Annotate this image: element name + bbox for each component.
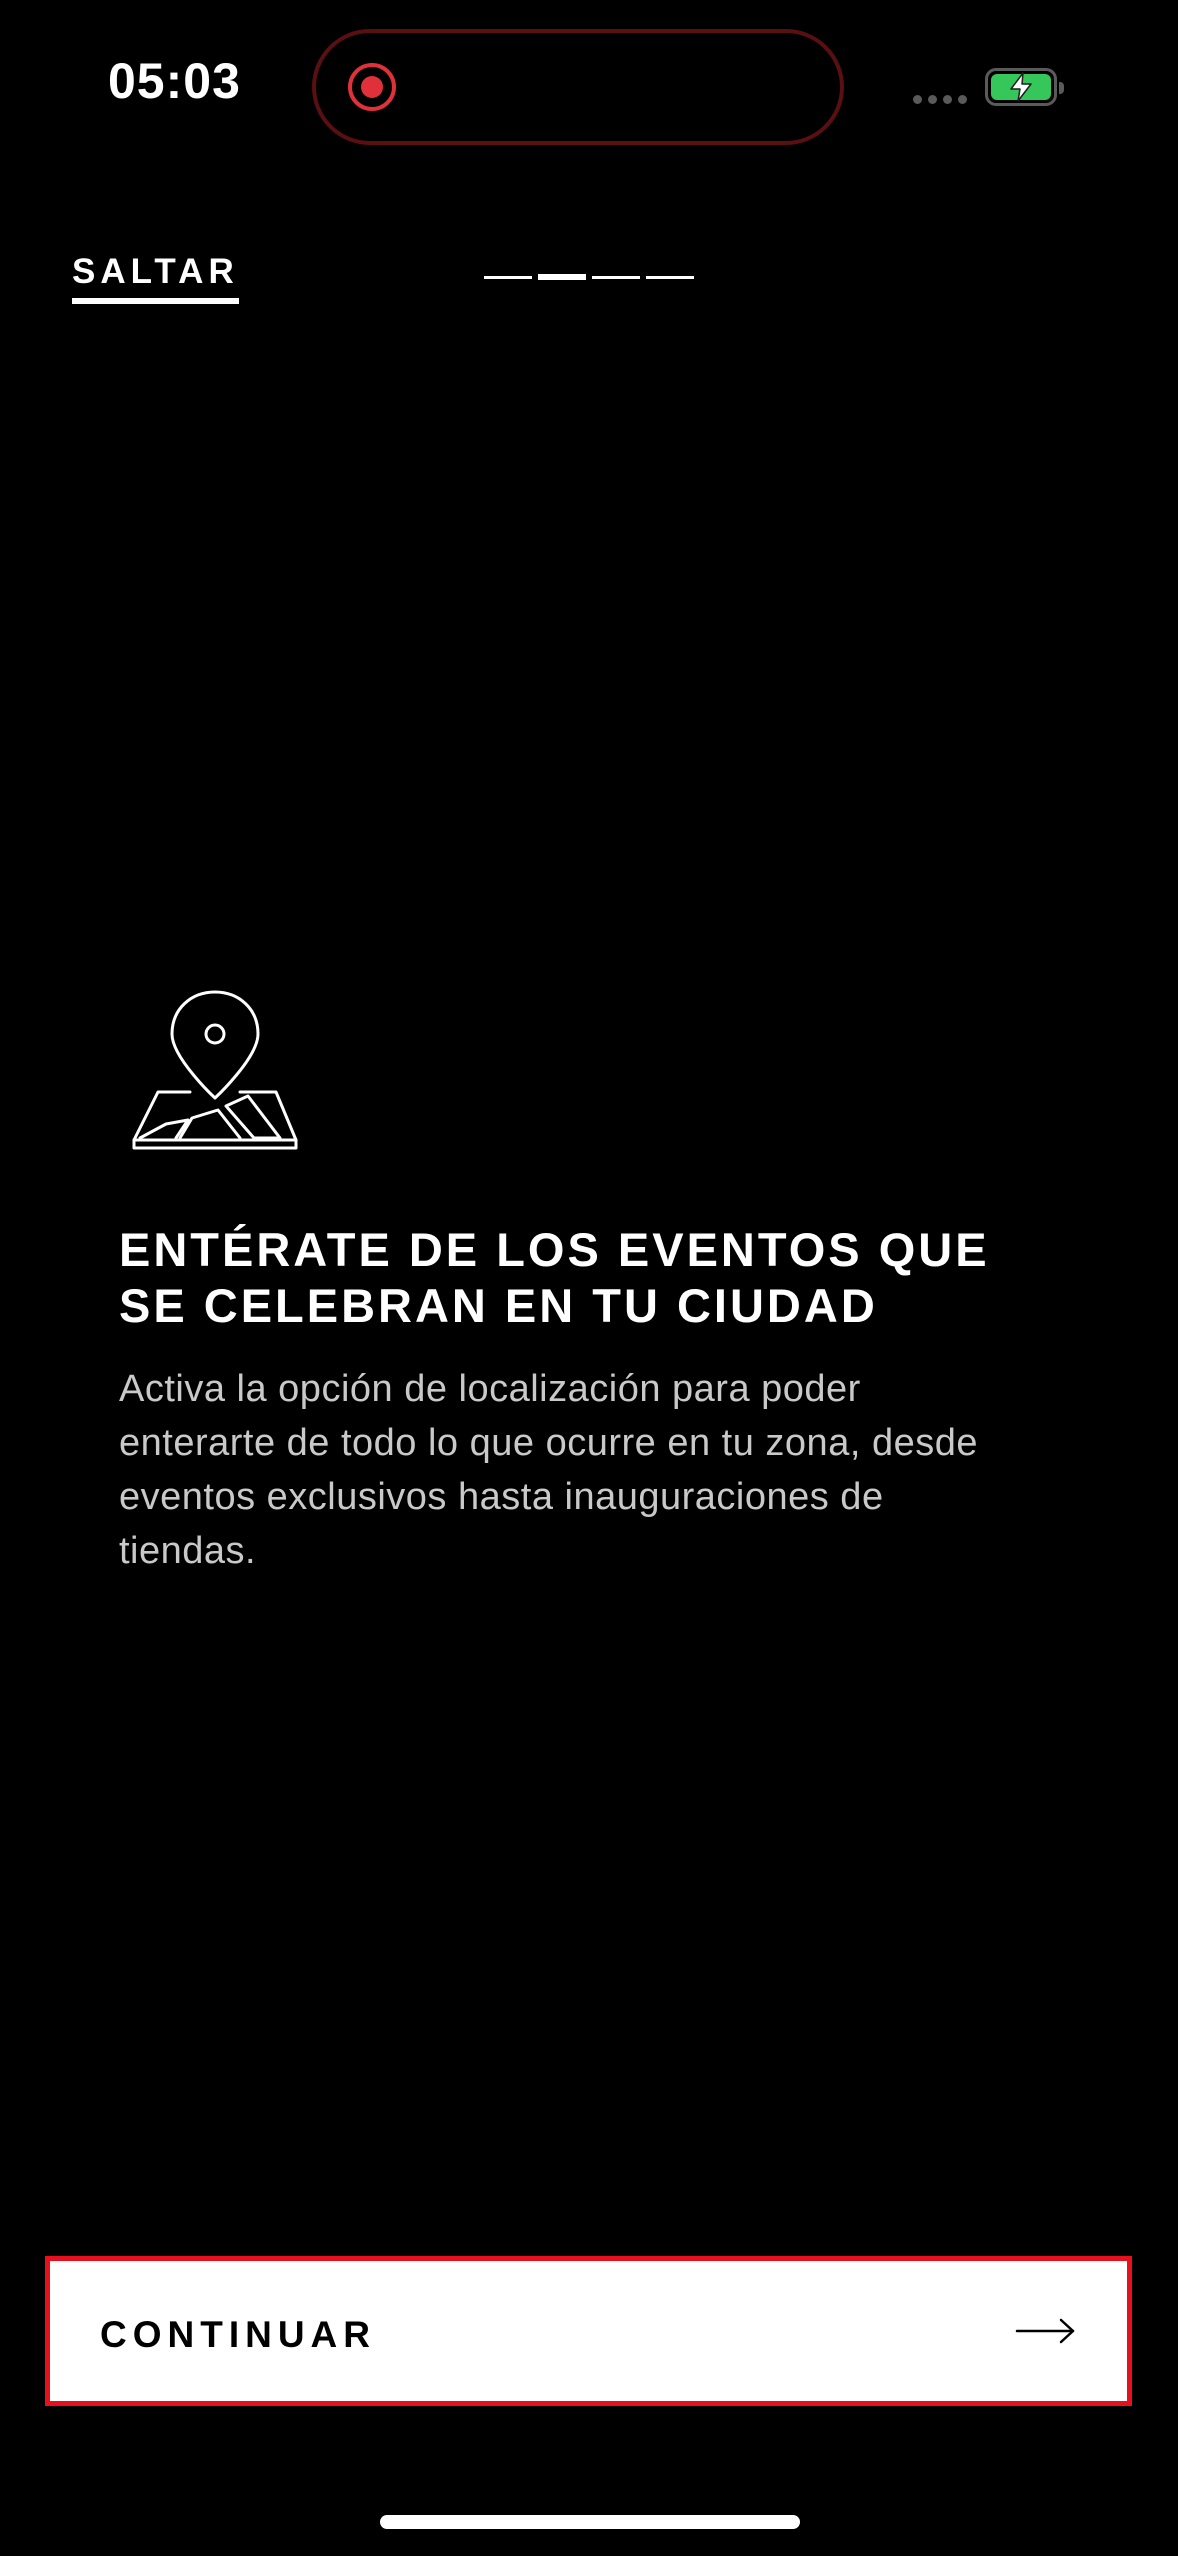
page-indicator-dash: [646, 276, 694, 279]
screen-recording-icon: [348, 63, 396, 111]
page-indicator-dash: [484, 276, 532, 279]
continue-button[interactable]: CONTINUAR: [45, 2256, 1132, 2406]
home-indicator[interactable]: [380, 2515, 800, 2529]
page-title: ENTÉRATE DE LOS EVENTOS QUE SE CELEBRAN …: [119, 1222, 1099, 1334]
description-text: Activa la opción de localización para po…: [119, 1362, 1079, 1578]
continue-button-label: CONTINUAR: [100, 2314, 376, 2355]
headline-line: ENTÉRATE DE LOS EVENTOS QUE: [119, 1223, 990, 1276]
page-indicator: [484, 274, 694, 280]
dynamic-island: [312, 29, 844, 145]
description-line: tiendas.: [119, 1530, 257, 1572]
cellular-signal-icon: [913, 95, 967, 104]
skip-button[interactable]: SALTAR: [72, 252, 239, 304]
description-line: Activa la opción de localización para po…: [119, 1368, 861, 1410]
status-time: 05:03: [108, 53, 241, 109]
page-indicator-dash-active: [538, 274, 586, 280]
page-indicator-dash: [592, 276, 640, 279]
description-line: enterarte de todo lo que ocurre en tu zo…: [119, 1422, 978, 1464]
headline-line: SE CELEBRAN EN TU CIUDAD: [119, 1279, 878, 1332]
arrow-right-icon: [1015, 2318, 1075, 2344]
battery-charging-icon: [985, 68, 1064, 106]
description-line: eventos exclusivos hasta inauguraciones …: [119, 1476, 884, 1518]
map-pin-icon: [132, 990, 298, 1150]
